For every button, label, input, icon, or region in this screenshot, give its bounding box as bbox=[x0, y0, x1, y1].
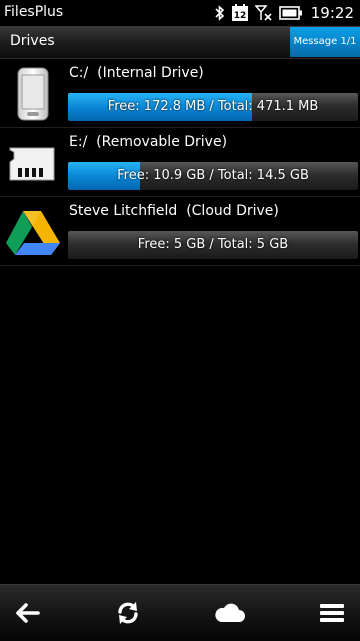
menu-icon bbox=[320, 604, 344, 622]
cloud-icon bbox=[215, 603, 245, 622]
usage-bar: Free: 10.9 GB / Total: 14.5 GB bbox=[68, 162, 358, 190]
usage-text: Free: 10.9 GB / Total: 14.5 GB bbox=[117, 168, 309, 183]
drive-name: C:/ (Internal Drive) bbox=[69, 65, 204, 81]
back-arrow-icon bbox=[16, 603, 40, 623]
sd-card-icon bbox=[9, 147, 55, 181]
clock: 19:22 bbox=[310, 4, 354, 22]
usage-bar: Free: 172.8 MB / Total: 471.1 MB bbox=[68, 93, 358, 121]
cloud-button[interactable] bbox=[210, 595, 250, 631]
drive-name: E:/ (Removable Drive) bbox=[69, 134, 228, 150]
message-badge[interactable]: Message 1/1 bbox=[290, 27, 360, 57]
page-title: Drives bbox=[10, 33, 55, 49]
app-name: FilesPlus bbox=[4, 4, 64, 20]
usage-text: Free: 172.8 MB / Total: 471.1 MB bbox=[107, 99, 319, 114]
phone-icon bbox=[17, 67, 49, 121]
status-bar: FilesPlus 12 19:22 bbox=[0, 0, 360, 26]
title-bar: Drives Message 1/1 bbox=[0, 26, 360, 59]
drive-row-internal[interactable]: C:/ (Internal Drive) Free: 172.8 MB / To… bbox=[0, 59, 360, 128]
toolbar bbox=[0, 584, 360, 641]
calendar-icon: 12 bbox=[231, 4, 248, 21]
calendar-day: 12 bbox=[234, 11, 247, 21]
drive-row-removable[interactable]: E:/ (Removable Drive) Free: 10.9 GB / To… bbox=[0, 128, 360, 197]
bluetooth-icon bbox=[215, 5, 224, 21]
refresh-icon bbox=[118, 602, 138, 624]
battery-icon bbox=[278, 6, 302, 20]
refresh-button[interactable] bbox=[108, 595, 148, 631]
no-signal-icon bbox=[254, 5, 272, 21]
google-drive-icon bbox=[6, 211, 60, 255]
status-icons: 12 19:22 bbox=[215, 3, 354, 23]
usage-bar: Free: 5 GB / Total: 5 GB bbox=[68, 231, 358, 259]
drive-row-cloud[interactable]: Steve Litchfield (Cloud Drive) Free: 5 G… bbox=[0, 197, 360, 266]
back-button[interactable] bbox=[8, 595, 48, 631]
menu-button[interactable] bbox=[312, 595, 352, 631]
usage-text: Free: 5 GB / Total: 5 GB bbox=[137, 237, 289, 252]
drive-name: Steve Litchfield (Cloud Drive) bbox=[69, 203, 279, 219]
drive-list: C:/ (Internal Drive) Free: 172.8 MB / To… bbox=[0, 59, 360, 266]
